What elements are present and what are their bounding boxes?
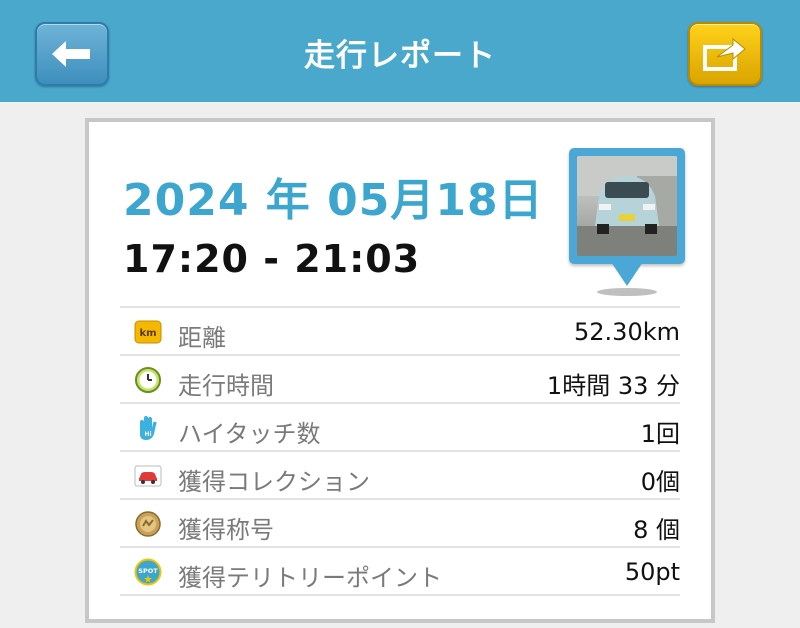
share-icon bbox=[703, 37, 746, 71]
stat-row-titles: 獲得称号 8 個 bbox=[120, 498, 680, 546]
svg-text:SPOT: SPOT bbox=[138, 567, 158, 575]
hand-icon: Hi bbox=[140, 416, 157, 440]
svg-text:km: km bbox=[139, 328, 156, 339]
medal-icon bbox=[135, 511, 161, 537]
stat-row-territory: SPOT 獲得テリトリーポイント 50pt bbox=[120, 546, 680, 596]
photo-frame bbox=[569, 148, 685, 264]
page-title: 走行レポート bbox=[304, 38, 496, 74]
clock-icon bbox=[135, 367, 161, 393]
stats-list: km 距離 52.30km 走行時間 1時間 33 分 Hi ハイタッチ数 1回 bbox=[120, 306, 680, 596]
stat-label: 獲得コレクション bbox=[178, 468, 370, 496]
stat-label: 獲得称号 bbox=[178, 516, 274, 544]
report-date: 2024 年 05月18日 bbox=[123, 175, 544, 226]
photo-pin[interactable] bbox=[569, 148, 687, 298]
svg-text:Hi: Hi bbox=[144, 431, 151, 438]
pin-tail bbox=[611, 262, 643, 286]
stat-label: 獲得テリトリーポイント bbox=[178, 564, 442, 592]
report-time-range: 17:20 - 21:03 bbox=[123, 237, 421, 281]
stat-value: 0個 bbox=[640, 468, 680, 496]
stat-label: 走行時間 bbox=[178, 372, 274, 400]
stat-label: ハイタッチ数 bbox=[178, 420, 321, 448]
stat-value: 1回 bbox=[640, 420, 680, 448]
stat-row-collection: 獲得コレクション 0個 bbox=[120, 450, 680, 498]
stat-row-drive-time: 走行時間 1時間 33 分 bbox=[120, 354, 680, 402]
stat-value: 50pt bbox=[624, 558, 680, 586]
app-header: 走行レポート bbox=[0, 0, 800, 102]
km-badge-icon: km bbox=[134, 320, 162, 344]
stat-row-distance: km 距離 52.30km bbox=[120, 306, 680, 354]
stat-value: 52.30km bbox=[574, 318, 680, 346]
stat-value: 8 個 bbox=[633, 516, 680, 544]
report-card: 2024 年 05月18日 17:20 - 21:03 km 距離 52.30k… bbox=[85, 118, 715, 623]
car-photo bbox=[577, 156, 677, 256]
pin-shadow bbox=[597, 288, 657, 296]
car-icon bbox=[134, 465, 162, 487]
stat-value: 1時間 33 分 bbox=[546, 372, 680, 400]
spot-badge-icon: SPOT bbox=[134, 558, 162, 586]
stat-label: 距離 bbox=[178, 324, 226, 352]
stat-row-high-touch: Hi ハイタッチ数 1回 bbox=[120, 402, 680, 450]
share-button[interactable] bbox=[688, 22, 762, 86]
